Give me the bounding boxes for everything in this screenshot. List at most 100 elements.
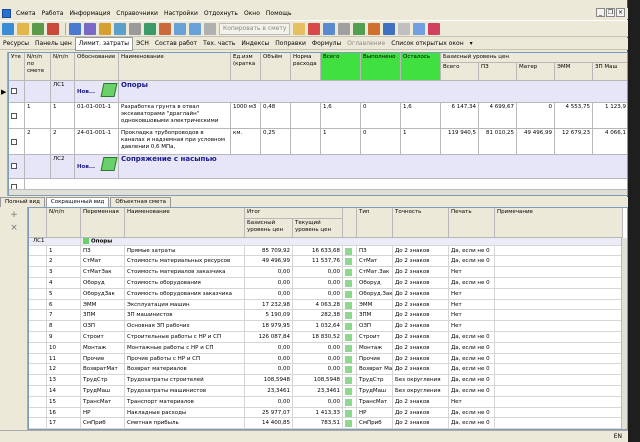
row-precision[interactable]: До 2 знаков bbox=[393, 267, 449, 278]
filter-icon[interactable] bbox=[114, 22, 126, 35]
row-note[interactable] bbox=[495, 386, 623, 397]
row-name[interactable]: Сметная прибыль bbox=[125, 418, 245, 429]
row-precision[interactable]: До 2 знаков bbox=[393, 288, 449, 300]
col-base-emm[interactable]: ЭММ bbox=[555, 63, 593, 81]
col-base-zpm[interactable]: ЗП Маш bbox=[593, 63, 627, 81]
row-note[interactable] bbox=[495, 396, 623, 408]
row-precision[interactable]: До 2 знаков bbox=[393, 299, 449, 311]
summary-row[interactable]: 9 Строит Строительные работы с НР и СП 126 … bbox=[29, 332, 627, 343]
summary-row[interactable]: 11 Прочие Прочие работы с НР и СП 0,00 0,00 П… bbox=[29, 353, 627, 365]
row-precision[interactable]: До 2 знаков bbox=[393, 245, 449, 257]
row-name[interactable]: ЗП машинистов bbox=[125, 310, 245, 322]
col-volume[interactable]: Объём bbox=[261, 53, 291, 81]
checkbox[interactable] bbox=[11, 139, 17, 145]
tab-limit-costs[interactable]: Лимит. затраты bbox=[74, 36, 134, 51]
summary-row[interactable]: 6 ЭММ Эксплуатация машин 17 232,98 4 063,28 Э… bbox=[29, 299, 627, 311]
row-name[interactable]: Разработка грунта в отвал экскаваторами … bbox=[119, 103, 231, 129]
group-check-cell[interactable] bbox=[9, 81, 25, 103]
col-variable[interactable]: Переменная bbox=[81, 208, 125, 238]
summary-row[interactable]: 8 ОЗП Основная ЗП рабочих 18 979,95 1 032,64… bbox=[29, 321, 627, 332]
row-print[interactable]: Да, если не 0 bbox=[449, 353, 495, 365]
col-name[interactable]: Наименование bbox=[119, 53, 231, 81]
row-norm[interactable] bbox=[291, 103, 321, 129]
row-note[interactable] bbox=[495, 245, 623, 257]
folder-icon[interactable] bbox=[293, 22, 306, 35]
col-norm[interactable]: Норма расхода bbox=[291, 53, 321, 81]
group-check-cell[interactable] bbox=[9, 155, 25, 179]
row-norm[interactable] bbox=[291, 129, 321, 155]
insert-icon[interactable] bbox=[144, 22, 156, 35]
save-icon[interactable] bbox=[32, 22, 44, 35]
row-name[interactable]: Стоимость оборудования bbox=[125, 278, 245, 289]
menu-help[interactable]: Помощь bbox=[263, 8, 295, 19]
col-print[interactable]: Печать bbox=[449, 208, 495, 238]
row-precision[interactable]: До 2 знаков bbox=[393, 332, 449, 343]
row-note[interactable] bbox=[495, 288, 623, 300]
row-justification[interactable]: 24-01-001-1 bbox=[75, 129, 119, 155]
restore-icon[interactable]: ❐ bbox=[606, 8, 615, 17]
row-name[interactable]: Строительные работы с НР и СП bbox=[125, 332, 245, 343]
col-left[interactable]: Осталось bbox=[401, 53, 441, 81]
tab-contents[interactable]: Оглавление bbox=[344, 38, 388, 50]
row-name[interactable]: Эксплуатация машин bbox=[125, 299, 245, 311]
row-done[interactable]: 0 bbox=[361, 103, 401, 129]
row-precision[interactable]: До 2 знаков bbox=[393, 353, 449, 365]
summary-row[interactable]: 13 ТрудСтр Трудозатраты строителей 108,5948… bbox=[29, 375, 627, 386]
row-note[interactable] bbox=[495, 407, 623, 419]
col-base[interactable]: Базисный уровень цен bbox=[245, 219, 293, 238]
row-name[interactable]: Прямые затраты bbox=[125, 245, 245, 257]
col-base-pz[interactable]: ПЗ bbox=[479, 63, 517, 81]
pencil-icon[interactable] bbox=[100, 83, 118, 97]
new-icon[interactable] bbox=[2, 22, 14, 35]
export-icon[interactable] bbox=[323, 22, 336, 35]
row-note[interactable] bbox=[495, 353, 623, 365]
report-icon[interactable] bbox=[84, 22, 96, 35]
group-row[interactable]: ЛС1 Опоры bbox=[29, 238, 627, 246]
row-name[interactable]: Возврат материалов bbox=[125, 364, 245, 376]
row-name[interactable]: Трудозатраты машинистов bbox=[125, 386, 245, 397]
cut-icon[interactable] bbox=[204, 22, 216, 35]
col-justification[interactable]: Обоснование bbox=[75, 53, 119, 81]
row-precision[interactable]: До 2 знаков bbox=[393, 310, 449, 322]
col-num[interactable]: N/п/п по смете bbox=[25, 53, 51, 81]
row-precision[interactable]: До 2 знаков bbox=[393, 364, 449, 376]
tab-short-view[interactable]: Сокращенный вид bbox=[45, 197, 110, 207]
col-type[interactable]: Тип bbox=[357, 208, 393, 238]
row-precision[interactable]: До 2 знаков bbox=[393, 418, 449, 429]
row-print[interactable]: Да, если не 0 bbox=[449, 332, 495, 343]
row-name[interactable]: Основная ЗП рабочих bbox=[125, 321, 245, 332]
row-name[interactable]: Транспорт материалов bbox=[125, 396, 245, 408]
row-name[interactable]: Прокладка трубопроводов в каналах и надз… bbox=[119, 129, 231, 155]
row-check-cell[interactable] bbox=[9, 129, 25, 155]
tab-esn[interactable]: ЭСН bbox=[133, 38, 152, 50]
menu-rabota[interactable]: Работа bbox=[39, 8, 67, 19]
row-print[interactable]: Да, если не 0 bbox=[449, 418, 495, 429]
summary-row[interactable]: 16 НР Накладные расходы 25 977,07 1 413,33 НР… bbox=[29, 407, 627, 419]
summary-row[interactable]: 10 Монтаж Монтажные работы с НР и СП 0,00 0,… bbox=[29, 342, 627, 354]
menu-smeta[interactable]: Смета bbox=[13, 8, 39, 19]
col-note[interactable]: Примечание bbox=[495, 208, 623, 238]
col-ute[interactable]: Уте bbox=[9, 53, 25, 81]
row-print[interactable]: Да, если не 0 bbox=[449, 386, 495, 397]
pencil-icon[interactable] bbox=[100, 157, 118, 171]
row-print[interactable]: Нет bbox=[449, 299, 495, 311]
col-done[interactable]: Выполнено bbox=[361, 53, 401, 81]
print-icon[interactable] bbox=[47, 22, 59, 35]
row-justification[interactable]: 01-01-001-1 bbox=[75, 103, 119, 129]
add-icon[interactable]: + bbox=[9, 210, 19, 220]
col-unit[interactable]: Ед.изм (кратка bbox=[231, 53, 261, 81]
col-current[interactable]: Текущий уровень цен bbox=[293, 219, 343, 238]
menu-spravochniki[interactable]: Справочники bbox=[113, 8, 161, 19]
row-note[interactable] bbox=[495, 364, 623, 376]
row-note[interactable] bbox=[495, 310, 623, 322]
checkbox[interactable] bbox=[11, 113, 17, 119]
tab-tech-part[interactable]: Тех. часть bbox=[200, 38, 238, 50]
row-precision[interactable]: До 2 знаков bbox=[393, 278, 449, 289]
summary-row[interactable]: 4 Оборуд Стоимость оборудования 0,00 0,00 Обо… bbox=[29, 278, 627, 289]
tab-open-windows[interactable]: Список открытых окон bbox=[388, 38, 466, 50]
row-name[interactable]: Монтажные работы с НР и СП bbox=[125, 342, 245, 354]
col-name[interactable]: Наименование bbox=[125, 208, 245, 238]
row-note[interactable] bbox=[495, 332, 623, 343]
lock-icon[interactable] bbox=[398, 22, 411, 35]
stop-icon[interactable] bbox=[308, 22, 321, 35]
